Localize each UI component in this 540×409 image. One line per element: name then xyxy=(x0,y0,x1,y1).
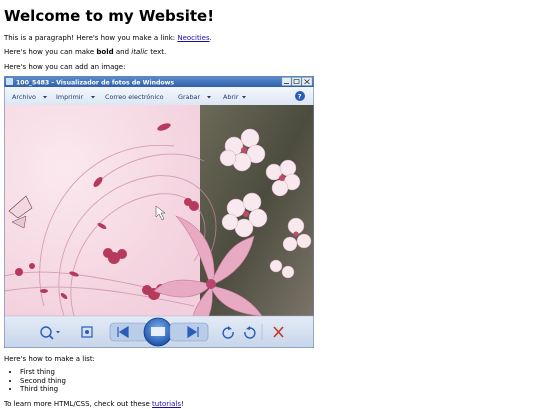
tutorials-link[interactable]: tutorials xyxy=(152,400,181,408)
help-label: ? xyxy=(298,93,302,101)
slideshow-icon xyxy=(151,327,165,336)
viewer-app-icon xyxy=(6,78,13,85)
tutorials-text-end: ! xyxy=(180,400,184,408)
minimize-button[interactable] xyxy=(281,77,292,86)
maximize-button[interactable] xyxy=(291,77,302,86)
formatting-paragraph: Here's how you can make bold and italic … xyxy=(4,48,166,57)
formatting-text-mid: and xyxy=(113,48,132,56)
intro-text-end: . xyxy=(209,34,212,42)
menu-grabar[interactable]: Grabar xyxy=(178,93,200,101)
previous-button[interactable] xyxy=(109,322,149,342)
menu-abrir[interactable]: Abrir xyxy=(223,93,239,101)
web-page: Welcome to my Website! This is a paragra… xyxy=(0,0,540,408)
image-paragraph: Here's how you can add an image: xyxy=(4,63,126,71)
intro-paragraph: This is a paragraph! Here's how you make… xyxy=(4,34,212,43)
menu-archivo[interactable]: Archivo xyxy=(12,93,36,101)
window-controls xyxy=(281,77,313,86)
list-item: Third thing xyxy=(20,385,66,394)
page-title: Welcome to my Website! xyxy=(4,7,215,25)
photo-canvas xyxy=(4,105,314,337)
tutorials-paragraph: To learn more HTML/CSS, check out these … xyxy=(4,400,184,409)
formatting-text: Here's how you can make xyxy=(4,48,97,56)
intro-text: This is a paragraph! Here's how you make… xyxy=(4,34,178,42)
slideshow-button[interactable] xyxy=(143,317,173,347)
neocities-link[interactable]: Neocities xyxy=(177,34,209,42)
bold-text: bold xyxy=(96,48,114,56)
italic-text: italic xyxy=(131,48,148,56)
next-button[interactable] xyxy=(169,322,209,342)
thing-list: First thing Second thing Third thing xyxy=(10,368,66,394)
viewer-title: 100_5483 - Visualizador de fotos de Wind… xyxy=(16,80,174,87)
formatting-text-end: text. xyxy=(147,48,167,56)
photo-viewer-image: 100_5483 - Visualizador de fotos de Wind… xyxy=(4,76,314,348)
tutorials-text: To learn more HTML/CSS, check out these xyxy=(4,400,153,408)
list-item: First thing xyxy=(20,368,66,377)
menu-correo[interactable]: Correo electrónico xyxy=(105,93,164,101)
list-item: Second thing xyxy=(20,377,66,386)
menu-imprimir[interactable]: Imprimir xyxy=(56,93,84,101)
list-paragraph: Here's how to make a list: xyxy=(4,355,95,363)
